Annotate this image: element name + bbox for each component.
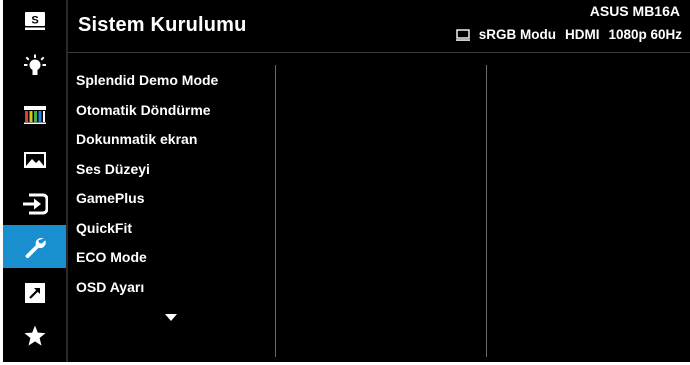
star-icon (24, 325, 45, 346)
shortcut-icon (24, 283, 45, 303)
column-divider (275, 65, 276, 357)
color-mode-status: sRGB Modu (478, 27, 556, 42)
image-icon (23, 152, 46, 168)
rail-item-input[interactable] (3, 186, 66, 222)
menu-content: Splendid Demo Mode Otomatik Döndürme Dok… (68, 53, 690, 362)
rail-item-system-setup[interactable] (3, 225, 66, 268)
category-rail: S (3, 0, 66, 362)
blue-light-filter-icon (23, 54, 46, 75)
scroll-down-arrow-icon[interactable] (165, 314, 177, 321)
header: Sistem Kurulumu ASUS MB16A sRGB Modu HDM… (68, 0, 690, 52)
menu-item-eco-mode[interactable]: ECO Mode (76, 243, 218, 273)
rail-item-color[interactable] (3, 97, 66, 133)
model-name: ASUS MB16A (589, 3, 680, 19)
input-select-icon (22, 193, 48, 215)
menu-item-quickfit[interactable]: QuickFit (76, 214, 218, 244)
monitor-icon (455, 28, 470, 41)
wrench-icon (25, 237, 46, 258)
rail-item-shortcut[interactable] (3, 275, 66, 311)
menu-item-auto-rotate[interactable]: Otomatik Döndürme (76, 96, 218, 126)
menu-item-osd-setup[interactable]: OSD Ayarı (76, 273, 218, 303)
menu-item-touchscreen[interactable]: Dokunmatik ekran (76, 125, 218, 155)
system-setup-menu: Splendid Demo Mode Otomatik Döndürme Dok… (76, 66, 218, 302)
splendid-icon: S (24, 12, 45, 30)
menu-item-splendid-demo-mode[interactable]: Splendid Demo Mode (76, 66, 218, 96)
menu-item-volume[interactable]: Ses Düzeyi (76, 155, 218, 185)
color-icon (23, 106, 46, 124)
svg-text:S: S (31, 15, 38, 27)
resolution-status: 1080p 60Hz (608, 27, 682, 42)
rail-item-splendid[interactable]: S (3, 3, 66, 39)
input-source-status: HDMI (564, 27, 600, 42)
rail-item-image[interactable] (3, 142, 66, 178)
column-divider (486, 65, 487, 357)
menu-item-gameplus[interactable]: GamePlus (76, 184, 218, 214)
page-title: Sistem Kurulumu (78, 14, 247, 36)
rail-item-blue-light[interactable] (3, 49, 66, 85)
rail-item-favorite[interactable] (3, 318, 66, 354)
status-bar: sRGB Modu HDMI 1080p 60Hz (455, 27, 682, 42)
